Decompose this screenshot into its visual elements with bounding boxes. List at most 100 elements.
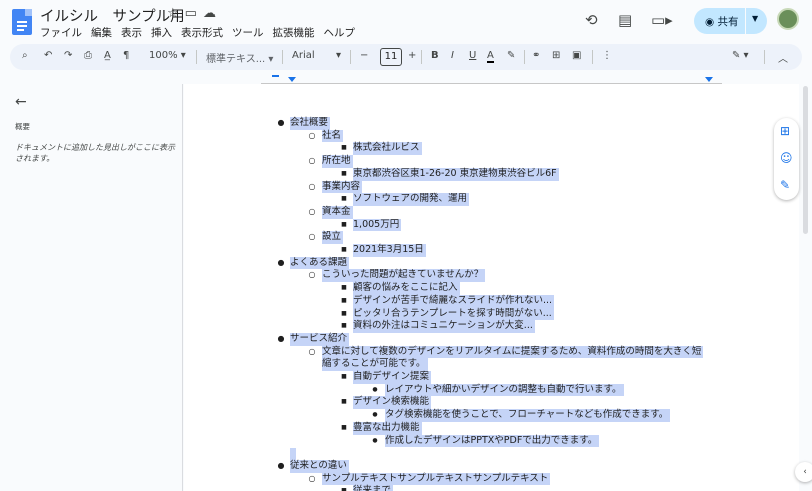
list-item[interactable]: ● よくある課題 — [184, 256, 799, 270]
text-color-button[interactable]: A — [487, 50, 494, 63]
share-button[interactable]: ◉ 共有 ▼ — [694, 8, 767, 34]
document-title[interactable]: イルシル サンプル用 — [40, 5, 185, 26]
highlight-icon[interactable]: ✎ — [507, 50, 515, 61]
list-item[interactable]: ■ ピッタリ合うテンプレートを探す時間がない... — [184, 307, 799, 321]
star-icon[interactable]: ☆ — [167, 6, 185, 21]
insert-image-icon[interactable]: ▣ — [572, 50, 581, 61]
emoji-icon[interactable]: ☺ — [780, 151, 793, 165]
search-icon[interactable]: ⌕ — [22, 50, 28, 61]
bullet-icon: ● — [372, 385, 378, 393]
list-item[interactable]: 縮することが可能です。 — [184, 358, 799, 371]
expand-panel-icon[interactable]: ‹ — [795, 462, 812, 482]
menu-tools[interactable]: ツール — [232, 25, 264, 40]
outline-hint: ドキュメントに追加した見出しがここに表示されます。 — [15, 143, 175, 163]
list-item[interactable]: ■ デザイン検索機能 — [184, 396, 799, 410]
list-item[interactable]: ○ 資本金 — [184, 205, 799, 219]
menu-edit[interactable]: 編集 — [91, 25, 112, 40]
undo-icon[interactable]: ↶ — [44, 50, 52, 61]
avatar[interactable] — [777, 8, 799, 30]
outline-sidebar: ← 概要 ドキュメントに追加した見出しがここに表示されます。 — [0, 84, 183, 491]
decrease-font-button[interactable]: − — [360, 50, 368, 61]
right-indent-marker[interactable] — [705, 77, 713, 82]
list-item[interactable]: ● タグ検索機能を使うことで、フローチャートなども作成できます。 — [184, 409, 799, 422]
paint-format-icon[interactable]: ¶ — [123, 50, 129, 61]
more-options-icon[interactable]: ⋮ — [602, 50, 612, 61]
bold-button[interactable]: B — [431, 50, 439, 61]
list-item[interactable]: ■ 自動デザイン提案 — [184, 371, 799, 384]
empty-line[interactable] — [290, 447, 296, 460]
redo-icon[interactable]: ↷ — [64, 50, 72, 61]
menu-help[interactable]: ヘルプ — [324, 25, 356, 40]
list-item[interactable]: ■ 1,005万円 — [184, 218, 799, 232]
menu-file[interactable]: ファイル — [40, 25, 82, 40]
bullet-icon: ■ — [341, 322, 347, 330]
font-size-input[interactable]: 11 — [380, 48, 402, 66]
list-item[interactable]: ○ 文章に対して複数のデザインをリアルタイムに提案するため、資料作成の時間を大きく… — [184, 345, 799, 359]
list-item[interactable]: ○ 事業内容 — [184, 180, 799, 194]
add-comment-icon[interactable]: ⊞ — [780, 124, 790, 138]
left-indent-marker[interactable] — [288, 77, 296, 82]
document-page[interactable]: ● 会社概要 ○ 社名 ■ 株式会社ルビス ○ 所在地 ■ 東京都渋谷区東1-26-20 東京建物… — [184, 84, 799, 491]
menu-extensions[interactable]: 拡張機能 — [273, 25, 315, 40]
docs-logo-icon[interactable] — [12, 9, 32, 35]
editing-mode-icon[interactable]: ✎ ▾ — [732, 50, 749, 61]
font-select[interactable]: Arial — [292, 50, 315, 61]
zoom-select[interactable]: 100% ▾ — [149, 50, 186, 61]
list-item[interactable]: ○ 所在地 — [184, 155, 799, 168]
list-item[interactable]: ■ 東京都渋谷区東1-26-20 東京建物東渋谷ビル6F — [184, 167, 799, 181]
list-item[interactable]: ■ デザインが苦手で綺麗なスライドが作れない... — [184, 294, 799, 308]
list-item-text: 豊富な出力機能 — [353, 421, 422, 435]
spellcheck-icon[interactable]: A̲ — [104, 50, 111, 61]
comments-icon[interactable]: ▤ — [618, 11, 632, 29]
list-item[interactable]: ○ 設立 — [184, 231, 799, 244]
bullet-icon: ○ — [308, 346, 316, 356]
outline-title: 概要 — [15, 122, 30, 131]
italic-button[interactable]: I — [451, 50, 454, 61]
menu-insert[interactable]: 挿入 — [151, 25, 172, 40]
link-icon[interactable]: ⚭ — [532, 50, 540, 61]
style-select[interactable]: 標準テキス... ▾ — [206, 50, 273, 65]
list-item-text: タグ検索機能を使うことで、フローチャートなども作成できます。 — [385, 409, 671, 422]
folder-icon[interactable]: ▭ — [185, 6, 203, 21]
list-item[interactable]: ■ ソフトウェアの開発、運用 — [184, 193, 799, 206]
meet-icon[interactable]: ▭▸ — [651, 11, 673, 29]
back-arrow-icon[interactable]: ← — [15, 94, 27, 110]
underline-button[interactable]: U — [469, 50, 476, 61]
list-item[interactable]: ● サービス紹介 — [184, 332, 799, 346]
share-dropdown-icon[interactable]: ▼ — [752, 14, 758, 23]
bullet-icon: ○ — [308, 181, 316, 191]
list-item[interactable]: ● レイアウトや細かいデザインの調整も自動で行います。 — [184, 383, 799, 397]
collapse-menu-icon[interactable]: ︿ — [778, 50, 788, 65]
bullet-icon: ○ — [308, 473, 316, 483]
list-item[interactable]: ■ 株式会社ルビス — [184, 142, 799, 156]
bullet-icon: ○ — [308, 270, 316, 280]
add-comment-icon[interactable]: ⊞ — [552, 50, 560, 61]
list-item[interactable]: ■ 2021年3月15日 — [184, 244, 799, 257]
increase-font-button[interactable]: + — [408, 50, 416, 61]
bullet-icon: ■ — [341, 246, 347, 253]
list-item[interactable]: ■ 資料の外注はコミュニケーションが大変... — [184, 320, 799, 333]
first-line-indent-marker[interactable] — [272, 75, 279, 77]
list-item-text: 資本金 — [322, 205, 353, 219]
cloud-icon[interactable]: ☁ — [203, 6, 222, 21]
print-icon[interactable]: ⎙ — [84, 50, 92, 61]
list-item[interactable]: ■ 顧客の悩みをここに記入 — [184, 282, 799, 295]
list-item[interactable]: ○ サンプルテキストサンプルテキストサンプルテキスト — [184, 472, 799, 486]
list-item-text: 株式会社ルビス — [353, 142, 422, 156]
scrollbar[interactable] — [803, 86, 808, 234]
suggest-edit-icon[interactable]: ✎ — [780, 178, 790, 192]
font-dropdown-icon[interactable]: ▾ — [336, 50, 341, 61]
list-item-text: 縮することが可能です。 — [322, 358, 428, 371]
history-icon[interactable]: ⟲ — [585, 11, 598, 29]
list-item[interactable]: ● 従来との違い — [184, 459, 799, 473]
bullet-icon: ● — [277, 460, 285, 470]
list-item[interactable]: ■ 豊富な出力機能 — [184, 421, 799, 435]
list-item[interactable]: ● 作成したデザインはPPTXやPDFで出力できます。 — [184, 434, 799, 448]
list-item[interactable]: ● 会社概要 — [184, 117, 799, 130]
menu-view[interactable]: 表示 — [121, 25, 142, 40]
list-item[interactable]: ■ 従来まで — [184, 485, 799, 491]
list-item-text: 東京都渋谷区東1-26-20 東京建物東渋谷ビル6F — [353, 167, 559, 181]
list-item[interactable]: ○ 社名 — [184, 129, 799, 143]
list-item[interactable]: ○ こういった問題が起きていませんか？ — [184, 269, 799, 283]
menu-format[interactable]: 表示形式 — [181, 25, 223, 40]
